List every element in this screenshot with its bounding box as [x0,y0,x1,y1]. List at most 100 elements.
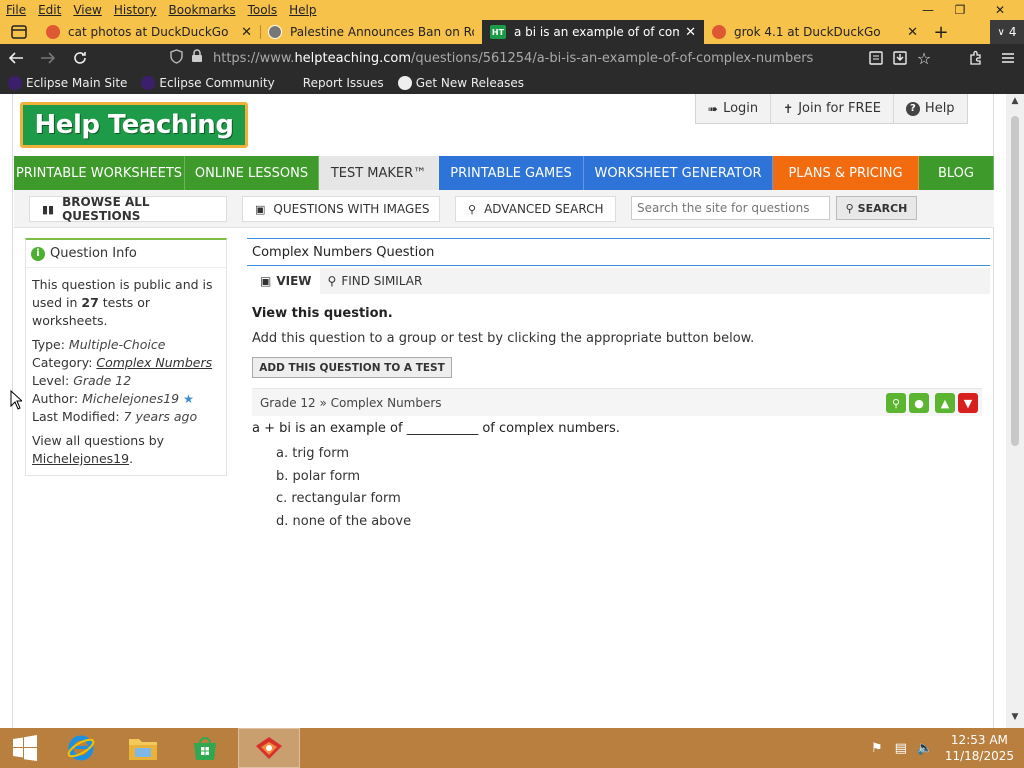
menu-help[interactable]: Help [283,3,322,17]
answer-option: b. polar form [276,468,361,484]
flag-icon[interactable]: ⚑ [865,741,889,756]
close-window-icon[interactable]: ✕ [976,0,1024,20]
menu-history[interactable]: History [108,3,163,17]
nav-printable-worksheets[interactable]: PRINTABLE WORKSHEETS [14,156,185,190]
scrollbar-thumb[interactable] [1011,116,1019,446]
thumbs-down-icon[interactable]: ▼ [958,393,978,413]
tab-count-button[interactable]: ∨ 4 [990,20,1024,44]
back-button[interactable] [0,44,32,72]
menu-edit[interactable]: Edit [32,3,67,17]
nav-label: PRINTABLE WORKSHEETS [15,165,183,181]
search-button[interactable]: ⚲ SEARCH [836,196,917,220]
tab-close-icon[interactable]: ✕ [907,25,918,40]
bookmark-get-new-releases[interactable]: Get New Releases [397,76,525,90]
category-link[interactable]: Complex Numbers [96,355,212,370]
volume-muted-icon[interactable]: 🔈 [913,741,937,756]
question-actions: ⚲ ● ▲ ▼ [883,393,978,413]
extensions-icon[interactable] [960,44,992,72]
search-icon: ⚲ [845,201,854,215]
answer-list: a. trig form b. polar form c. rectangula… [276,445,411,535]
author-label: Author: [32,391,83,406]
answer-option: a. trig form [276,446,349,461]
bookmark-label: Get New Releases [415,76,525,90]
question-info-header: i Question Info [26,240,226,268]
tracking-protection-icon[interactable] [170,48,183,68]
level-label: Level: [32,373,74,388]
menu-bar: File Edit View History Bookmarks Tools H… [0,0,1024,20]
search-similar-icon[interactable]: ⚲ [886,393,906,413]
tab-close-icon[interactable]: ✕ [241,25,252,40]
store-icon[interactable] [174,728,236,768]
tab-view[interactable]: ▣ VIEW [252,268,320,294]
bookmark-report-issues[interactable]: Report Issues [303,76,384,90]
nav-test-maker[interactable]: TEST MAKER™ [319,156,439,190]
bookmark-star-icon[interactable]: ☆ [908,44,940,72]
tab-close-icon[interactable]: ✕ [685,25,696,40]
tab-title: Palestine Announces Ban on Ro [290,25,474,39]
forward-button[interactable] [32,44,64,72]
clock[interactable]: 12:53 AM 11/18/2025 [937,732,1024,764]
join-link[interactable]: ✝ Join for FREE [771,94,894,123]
bookmark-eclipse-main[interactable]: Eclipse Main Site [8,76,127,90]
hamburger-menu-icon[interactable] [992,44,1024,72]
view-title: View this question. [252,306,393,321]
nav-label: BLOG [937,165,974,181]
help-link[interactable]: ? Help [894,94,967,123]
minimize-icon[interactable]: — [912,0,944,20]
page-scrollbar[interactable]: ▲ ▼ [1006,94,1024,728]
nav-worksheet-generator[interactable]: WORKSHEET GENERATOR [584,156,773,190]
type-value: Multiple-Choice [68,337,166,352]
eclipse-icon [141,76,156,90]
helpteaching-icon: HT [490,25,506,39]
helpteaching-logo[interactable]: Help Teaching [20,102,248,148]
tab-list-icon[interactable] [0,20,38,44]
answer-option: c. rectangular form [276,491,401,506]
usage-count: 27 [81,295,99,310]
menu-file[interactable]: File [0,3,32,17]
menu-bookmarks[interactable]: Bookmarks [163,3,242,17]
nav-blog[interactable]: BLOG [919,156,994,190]
nav-online-lessons[interactable]: ONLINE LESSONS [185,156,319,190]
file-explorer-icon[interactable] [112,728,174,768]
tab-grok[interactable]: grok 4.1 at DuckDuckGo ✕ [704,20,926,44]
menu-tools[interactable]: Tools [242,3,284,17]
new-tab-button[interactable]: + [926,20,956,44]
network-icon[interactable]: ▤ [889,741,913,756]
browser-taskbar-icon[interactable] [238,728,300,768]
restore-icon[interactable]: ❐ [944,0,976,20]
reload-button[interactable] [64,44,96,72]
account-bar: ➠ Login ✝ Join for FREE ? Help [695,94,968,124]
advanced-search-button[interactable]: ⚲ ADVANCED SEARCH [455,196,616,222]
question-text: a + bi is an example of ___________ of c… [252,421,620,436]
binoculars-icon: ▮▮ [42,202,55,216]
bookmark-eclipse-community[interactable]: Eclipse Community [141,76,275,90]
tab-cat-photos[interactable]: cat photos at DuckDuckGo ✕ [38,20,260,44]
questions-with-images-button[interactable]: ▣ QUESTIONS WITH IMAGES [242,196,440,222]
join-label: Join for FREE [798,101,881,116]
usage-text: This question is public and is used in 2… [32,276,220,330]
scroll-down-icon[interactable]: ▼ [1006,712,1024,726]
url-bar[interactable]: https://www. helpteaching.com/questions/5… [170,47,860,69]
thumbs-up-icon[interactable]: ▲ [935,393,955,413]
window-controls: — ❐ ✕ [912,0,1024,20]
add-to-test-button[interactable]: ADD THIS QUESTION TO A TEST [252,357,452,378]
tab-palestine[interactable]: Palestine Announces Ban on Ro [260,20,482,44]
lock-icon[interactable] [191,49,203,67]
menu-view[interactable]: View [67,3,107,17]
tab-title: grok 4.1 at DuckDuckGo [734,25,881,39]
site-search-input[interactable] [631,196,830,220]
scroll-up-icon[interactable]: ▲ [1006,96,1024,110]
browse-all-questions-button[interactable]: ▮▮ BROWSE ALL QUESTIONS [29,195,227,223]
tab-helpteaching[interactable]: HT a bi is an example of of comple ✕ [482,20,704,44]
tab-find-similar[interactable]: ⚲ FIND SIMILAR [320,268,431,294]
internet-explorer-icon[interactable] [50,728,112,768]
nav-label: TEST MAKER™ [330,165,427,181]
login-link[interactable]: ➠ Login [696,94,772,123]
nav-printable-games[interactable]: PRINTABLE GAMES [439,156,584,190]
author-profile-icon[interactable]: ● [909,393,929,413]
star-icon: ★ [183,392,194,406]
author-questions-link[interactable]: Michelejones19 [32,451,129,466]
start-button[interactable] [0,728,50,768]
question-circle-icon: ? [905,101,920,116]
nav-plans-pricing[interactable]: PLANS & PRICING [773,156,919,190]
